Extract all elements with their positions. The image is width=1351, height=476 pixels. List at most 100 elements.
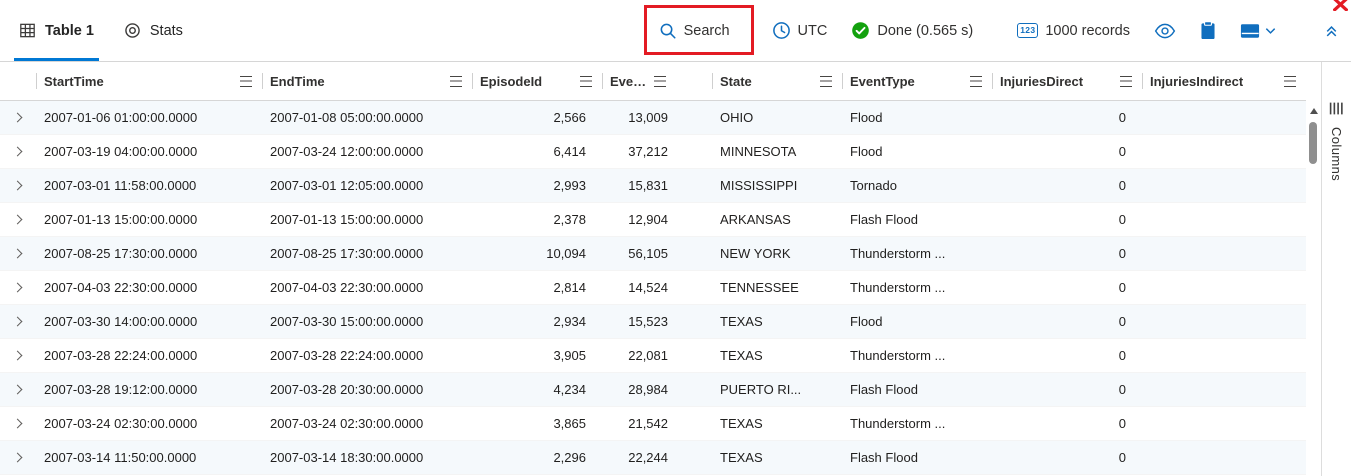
cell-endtime[interactable]: 2007-03-01 12:05:00.0000 [262,169,472,202]
column-header-eventid[interactable]: EventId [602,62,712,100]
row-expand-button[interactable] [0,203,36,236]
cell-endtime[interactable]: 2007-08-25 17:30:00.0000 [262,237,472,270]
cell-injuriesdirect[interactable]: 0 [992,373,1142,406]
cell-state[interactable]: TEXAS [712,339,842,372]
cell-endtime[interactable]: 2007-03-28 22:24:00.0000 [262,339,472,372]
cell-injuriesindirect[interactable] [1142,271,1166,304]
column-menu-icon[interactable] [970,75,982,87]
row-expand-button[interactable] [0,339,36,372]
cell-injuriesdirect[interactable]: 0 [992,271,1142,304]
cell-injuriesindirect[interactable] [1142,339,1166,372]
cell-injuriesdirect[interactable]: 0 [992,305,1142,338]
cell-endtime[interactable]: 2007-03-30 15:00:00.0000 [262,305,472,338]
cell-state[interactable]: ARKANSAS [712,203,842,236]
table-row[interactable]: 2007-03-01 11:58:00.0000 2007-03-01 12:05… [0,169,1306,203]
cell-eventid[interactable]: 15,523 [602,305,712,338]
row-expand-button[interactable] [0,169,36,202]
table-row[interactable]: 2007-03-30 14:00:00.0000 2007-03-30 15:00… [0,305,1306,339]
cell-endtime[interactable]: 2007-03-24 02:30:00.0000 [262,407,472,440]
columns-panel-toggle[interactable]: Columns [1321,62,1351,476]
table-row[interactable]: 2007-03-14 11:50:00.0000 2007-03-14 18:30… [0,441,1306,475]
row-expand-button[interactable] [0,305,36,338]
row-expand-button[interactable] [0,271,36,304]
cell-endtime[interactable]: 2007-03-24 12:00:00.0000 [262,135,472,168]
table-row[interactable]: 2007-08-25 17:30:00.0000 2007-08-25 17:30… [0,237,1306,271]
row-expand-button[interactable] [0,101,36,134]
cell-starttime[interactable]: 2007-03-14 11:50:00.0000 [36,441,262,474]
cell-episodeid[interactable]: 4,234 [472,373,602,406]
vertical-scrollbar[interactable] [1306,102,1321,476]
cell-eventid[interactable]: 13,009 [602,101,712,134]
table-row[interactable]: 2007-03-24 02:30:00.0000 2007-03-24 02:30… [0,407,1306,441]
cell-state[interactable]: OHIO [712,101,842,134]
cell-episodeid[interactable]: 2,378 [472,203,602,236]
cell-injuriesdirect[interactable]: 0 [992,339,1142,372]
cell-eventid[interactable]: 37,212 [602,135,712,168]
scrollbar-up-arrow-icon[interactable] [1309,108,1318,114]
cell-state[interactable]: NEW YORK [712,237,842,270]
cell-eventtype[interactable]: Thunderstorm ... [842,237,992,270]
cell-episodeid[interactable]: 6,414 [472,135,602,168]
cell-starttime[interactable]: 2007-03-28 19:12:00.0000 [36,373,262,406]
timezone-selector[interactable]: UTC [772,21,827,40]
cell-injuriesdirect[interactable]: 0 [992,101,1142,134]
search-button[interactable]: Search [643,4,754,55]
row-expand-button[interactable] [0,407,36,440]
cell-episodeid[interactable]: 3,905 [472,339,602,372]
cell-injuriesindirect[interactable] [1142,305,1166,338]
column-header-injuriesdirect[interactable]: InjuriesDirect [992,62,1142,100]
cell-episodeid[interactable]: 3,865 [472,407,602,440]
cell-state[interactable]: TEXAS [712,441,842,474]
column-menu-icon[interactable] [820,75,832,87]
cell-injuriesindirect[interactable] [1142,135,1166,168]
column-visibility-button[interactable] [1154,23,1176,39]
cell-starttime[interactable]: 2007-03-24 02:30:00.0000 [36,407,262,440]
column-menu-icon[interactable] [1284,75,1296,87]
cell-injuriesdirect[interactable]: 0 [992,441,1142,474]
column-menu-icon[interactable] [240,75,252,87]
cell-eventid[interactable]: 15,831 [602,169,712,202]
cell-episodeid[interactable]: 2,934 [472,305,602,338]
column-menu-icon[interactable] [580,75,592,87]
cell-eventtype[interactable]: Thunderstorm ... [842,339,992,372]
cell-eventid[interactable]: 56,105 [602,237,712,270]
cell-starttime[interactable]: 2007-03-30 14:00:00.0000 [36,305,262,338]
cell-state[interactable]: TENNESSEE [712,271,842,304]
cell-eventtype[interactable]: Flood [842,305,992,338]
cell-endtime[interactable]: 2007-01-13 15:00:00.0000 [262,203,472,236]
cell-injuriesindirect[interactable] [1142,203,1166,236]
cell-injuriesindirect[interactable] [1142,169,1166,202]
cell-starttime[interactable]: 2007-03-01 11:58:00.0000 [36,169,262,202]
tab-table1[interactable]: Table 1 [4,0,109,61]
cell-eventid[interactable]: 28,984 [602,373,712,406]
column-header-endtime[interactable]: EndTime [262,62,472,100]
scrollbar-thumb[interactable] [1309,122,1317,164]
cell-state[interactable]: TEXAS [712,407,842,440]
cell-eventid[interactable]: 22,081 [602,339,712,372]
cell-eventtype[interactable]: Flash Flood [842,373,992,406]
cell-endtime[interactable]: 2007-01-08 05:00:00.0000 [262,101,472,134]
cell-eventid[interactable]: 12,904 [602,203,712,236]
row-expand-button[interactable] [0,237,36,270]
column-menu-icon[interactable] [450,75,462,87]
tab-stats[interactable]: Stats [109,0,198,61]
cell-eventtype[interactable]: Flood [842,135,992,168]
cell-episodeid[interactable]: 2,993 [472,169,602,202]
cell-injuriesindirect[interactable] [1142,407,1166,440]
cell-eventtype[interactable]: Thunderstorm ... [842,407,992,440]
cell-episodeid[interactable]: 2,296 [472,441,602,474]
cell-starttime[interactable]: 2007-01-13 15:00:00.0000 [36,203,262,236]
table-row[interactable]: 2007-01-13 15:00:00.0000 2007-01-13 15:00… [0,203,1306,237]
cell-eventtype[interactable]: Flood [842,101,992,134]
cell-eventtype[interactable]: Flash Flood [842,203,992,236]
cell-injuriesdirect[interactable]: 0 [992,407,1142,440]
cell-injuriesdirect[interactable]: 0 [992,169,1142,202]
cell-endtime[interactable]: 2007-04-03 22:30:00.0000 [262,271,472,304]
collapse-panel-button[interactable] [1324,23,1339,38]
column-header-starttime[interactable]: StartTime [36,62,262,100]
cell-starttime[interactable]: 2007-01-06 01:00:00.0000 [36,101,262,134]
column-menu-icon[interactable] [1120,75,1132,87]
column-header-injuriesindirect[interactable]: InjuriesIndirect [1142,62,1306,100]
column-header-state[interactable]: State [712,62,842,100]
cell-episodeid[interactable]: 10,094 [472,237,602,270]
